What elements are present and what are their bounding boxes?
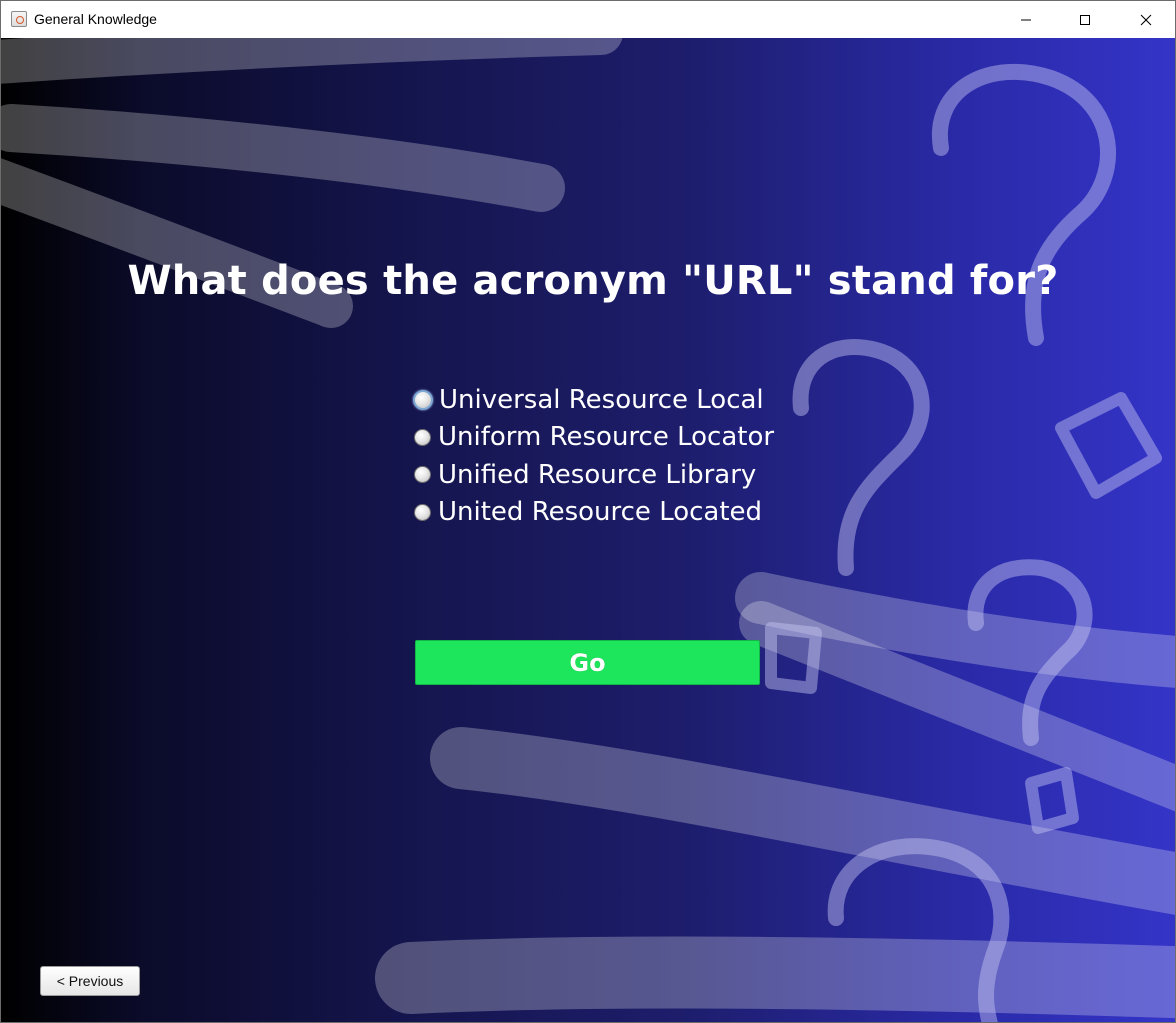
radio-button-4[interactable]: [414, 503, 431, 521]
close-icon: [1140, 14, 1152, 25]
answer-label-2: Uniform Resource Locator: [438, 422, 775, 453]
answer-option-2[interactable]: Uniform Resource Locator: [414, 419, 774, 457]
title-bar: General Knowledge: [1, 1, 1175, 38]
app-window: General Knowledge What does the acronym …: [0, 0, 1176, 1023]
answer-label-1: Universal Resource Local: [439, 384, 764, 415]
maximize-button[interactable]: [1056, 1, 1114, 38]
minimize-button[interactable]: [997, 1, 1055, 38]
radio-button-1[interactable]: [413, 389, 433, 410]
radio-button-3[interactable]: [414, 466, 431, 484]
previous-button[interactable]: < Previous: [40, 966, 140, 996]
answer-label-4: United Resource Located: [438, 497, 763, 528]
go-button[interactable]: Go: [415, 640, 760, 685]
answer-options: Universal Resource Local Uniform Resourc…: [413, 381, 774, 532]
answer-option-3[interactable]: Unified Resource Library: [414, 456, 774, 494]
window-title: General Knowledge: [34, 11, 157, 27]
close-button[interactable]: [1117, 1, 1175, 38]
java-app-icon: [11, 11, 27, 27]
answer-option-4[interactable]: United Resource Located: [414, 494, 774, 532]
answer-label-3: Unified Resource Library: [438, 459, 757, 490]
quiz-panel: What does the acronym "URL" stand for? U…: [1, 38, 1175, 1022]
minimize-icon: [1021, 19, 1031, 20]
radio-button-2[interactable]: [414, 428, 431, 446]
answer-option-1[interactable]: Universal Resource Local: [413, 381, 774, 419]
maximize-icon: [1080, 14, 1090, 25]
question-text: What does the acronym "URL" stand for?: [127, 258, 1059, 304]
